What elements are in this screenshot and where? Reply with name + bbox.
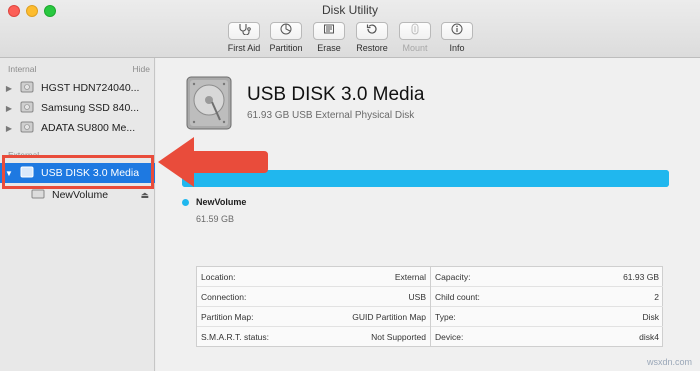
disclosure-triangle-icon[interactable]: ▶ [3, 104, 15, 113]
window-titlebar: Disk Utility First Aid Partition Erase R… [0, 0, 700, 58]
sidebar-item-label: HGST HDN724040... [41, 82, 140, 94]
sidebar: Internal Hide ▶ HGST HDN724040... ▶ Sams… [0, 58, 155, 371]
internal-section-header: Internal [8, 64, 37, 74]
disk-description: 61.93 GB USB External Physical Disk [247, 110, 415, 121]
hide-internal-button[interactable]: Hide [133, 64, 150, 74]
stethoscope-icon [237, 22, 251, 40]
sidebar-item-adata[interactable]: ▶ ADATA SU800 Me... [0, 118, 155, 138]
erase-icon [323, 22, 335, 40]
info-column-right: Capacity: 61.93 GB Child count: 2 Type: Dis… [430, 267, 663, 346]
sidebar-item-hgst[interactable]: ▶ HGST HDN724040... [0, 78, 155, 98]
disclosure-triangle-icon[interactable]: ▶ [3, 124, 15, 133]
info-button[interactable]: Info [431, 22, 483, 53]
info-row: Connection: USB [197, 287, 430, 307]
info-row: Capacity: 61.93 GB [431, 267, 663, 287]
sidebar-item-label: NewVolume [52, 189, 109, 201]
sidebar-item-label: ADATA SU800 Me... [41, 122, 136, 134]
large-disk-icon [186, 76, 232, 135]
hard-disk-icon [20, 101, 34, 116]
sidebar-item-newvolume[interactable]: ▶ NewVolume ⏏ [0, 185, 155, 205]
sidebar-item-samsung[interactable]: ▶ Samsung SSD 840... [0, 98, 155, 118]
sidebar-item-label: Samsung SSD 840... [41, 102, 140, 114]
info-row: S.M.A.R.T. status: Not Supported [201, 332, 426, 342]
info-row: Type: Disk [431, 307, 663, 327]
watermark-text: wsxdn.com [646, 357, 692, 367]
partition-icon [280, 22, 292, 40]
info-row: Partition Map: GUID Partition Map [197, 307, 430, 327]
mount-icon [410, 22, 420, 40]
hard-disk-icon [20, 121, 34, 136]
volume-icon [31, 188, 45, 203]
info-row: Device: disk4 [435, 332, 659, 342]
volume-legend-dot [182, 199, 189, 206]
annotation-arrow-icon [154, 133, 270, 196]
window-title: Disk Utility [322, 3, 378, 17]
disk-info-table: Location: External Connection: USB Partiti… [196, 266, 663, 347]
info-row: Child count: 2 [431, 287, 663, 307]
main-panel: USB DISK 3.0 Media 61.93 GB USB External… [156, 58, 700, 371]
info-icon [451, 22, 463, 40]
volume-name: NewVolume [196, 197, 247, 207]
info-row: Location: External [197, 267, 430, 287]
info-label: Info [449, 43, 465, 53]
volume-size: 61.59 GB [196, 214, 235, 224]
eject-icon[interactable]: ⏏ [140, 190, 149, 201]
annotation-highlight-box [2, 155, 154, 189]
disk-title: USB DISK 3.0 Media [247, 84, 425, 105]
hard-disk-icon [20, 81, 34, 96]
info-column-left: Location: External Connection: USB Partiti… [197, 267, 430, 346]
disclosure-triangle-icon[interactable]: ▶ [3, 84, 15, 93]
restore-icon [366, 22, 378, 40]
